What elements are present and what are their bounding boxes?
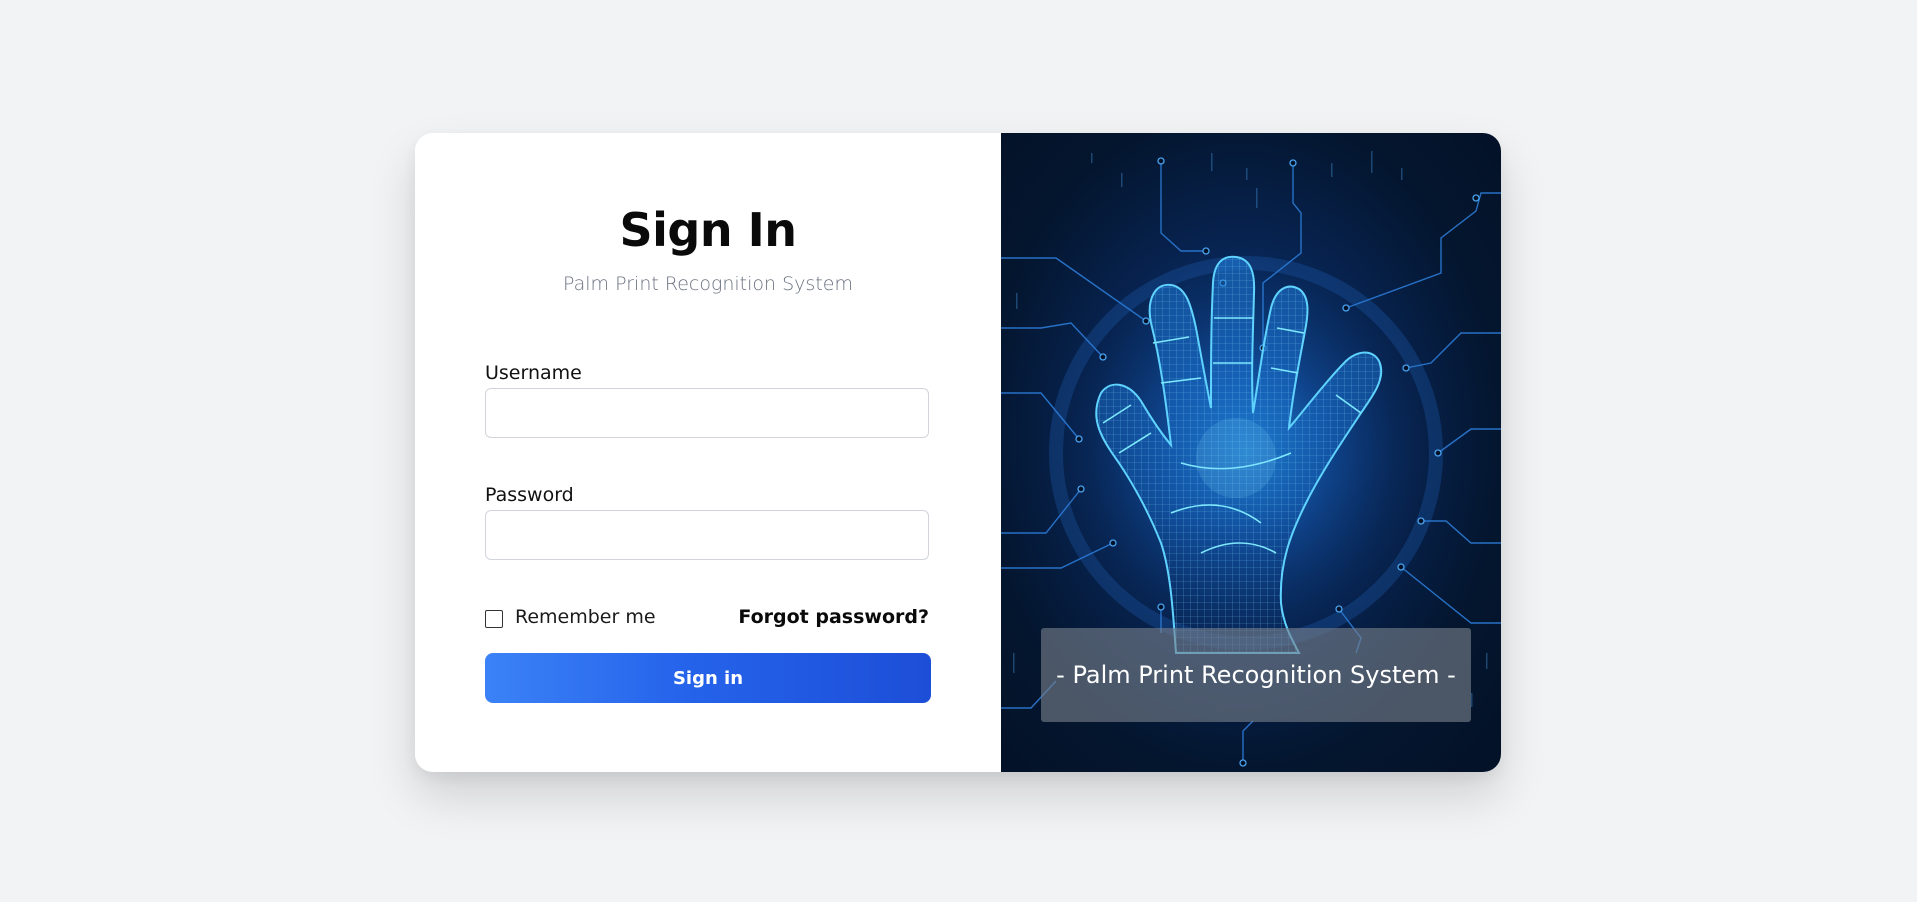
sign-in-button[interactable]: Sign in: [485, 653, 931, 703]
page-title: Sign In: [619, 203, 797, 257]
password-input[interactable]: [485, 510, 929, 560]
hero-image-panel: - Palm Print Recognition System -: [1001, 133, 1501, 772]
password-label: Password: [485, 484, 574, 506]
login-form-panel: Sign In Palm Print Recognition System Us…: [415, 133, 1001, 772]
remember-me-checkbox[interactable]: [485, 610, 503, 628]
page-subtitle: Palm Print Recognition System: [563, 273, 853, 295]
hero-caption: - Palm Print Recognition System -: [1041, 628, 1471, 722]
username-input[interactable]: [485, 388, 929, 438]
forgot-password-link[interactable]: Forgot password?: [738, 606, 929, 628]
login-card: Sign In Palm Print Recognition System Us…: [415, 133, 1501, 772]
remember-me-label[interactable]: Remember me: [515, 606, 656, 628]
username-label: Username: [485, 362, 582, 384]
